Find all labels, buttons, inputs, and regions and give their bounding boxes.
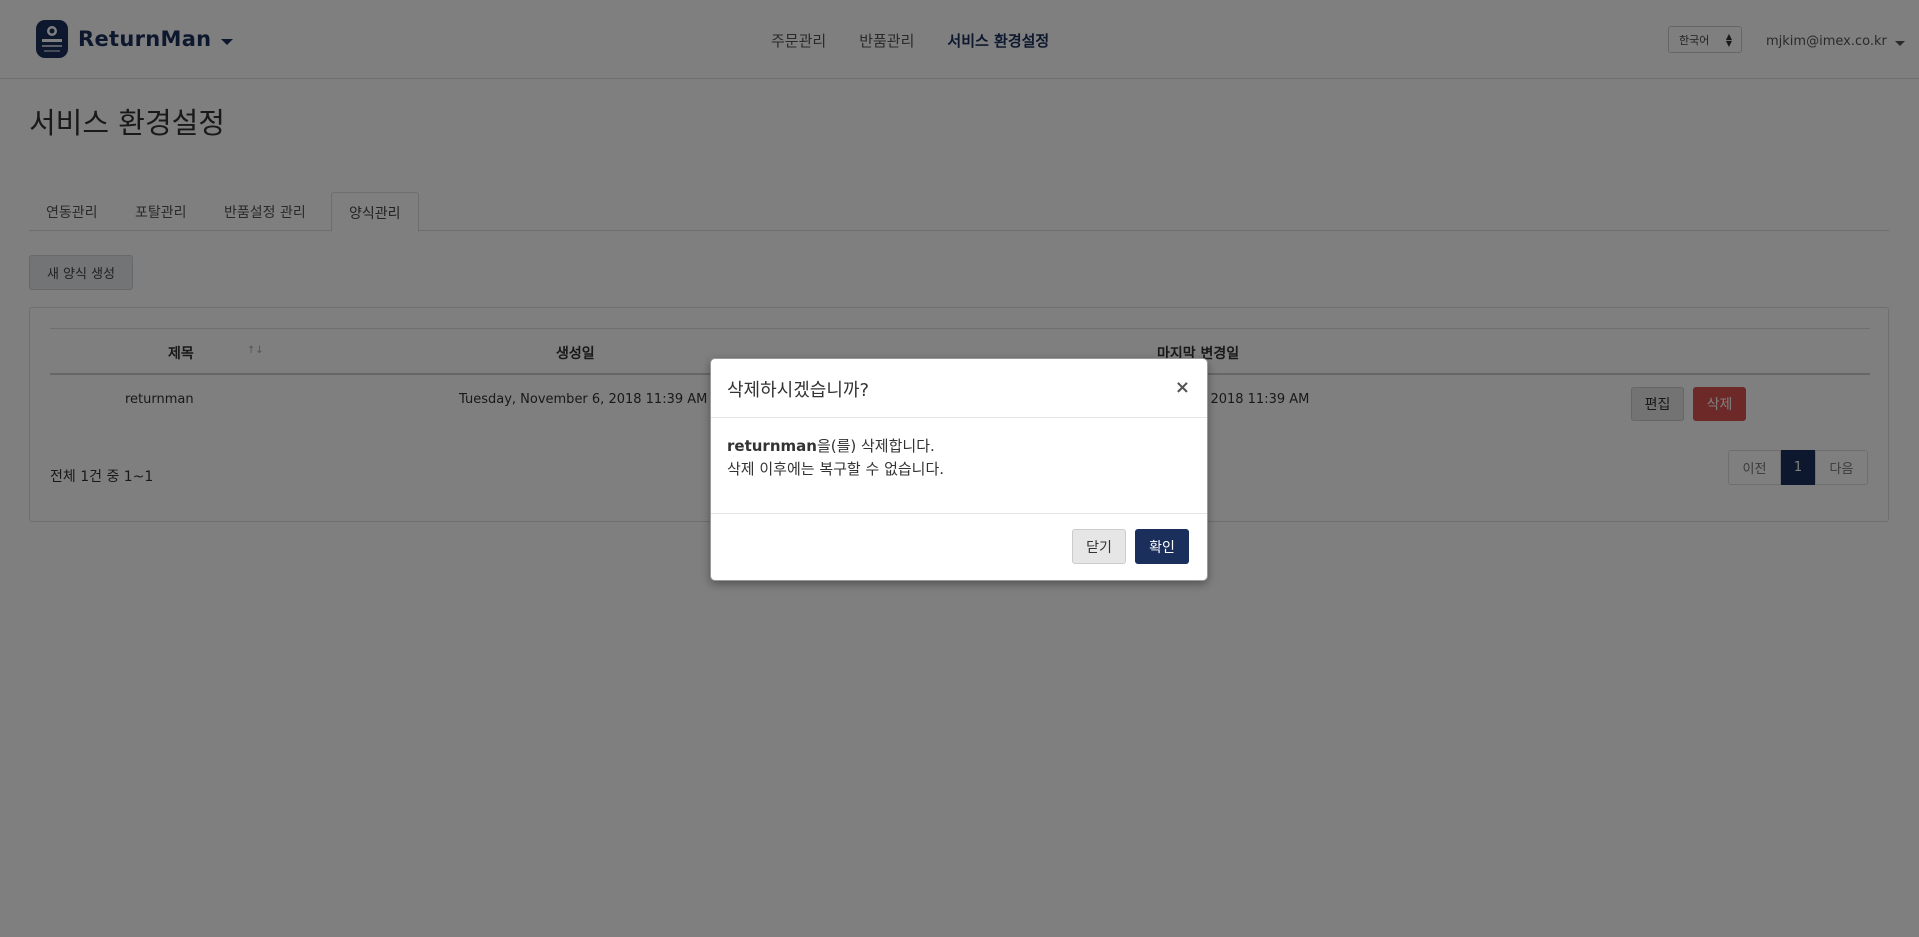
modal-body: returnman을(를) 삭제합니다. 삭제 이후에는 복구할 수 없습니다. [727, 435, 944, 481]
confirm-button[interactable]: 확인 [1135, 529, 1189, 564]
modal-header: 삭제하시겠습니까? × [711, 359, 1207, 418]
modal-message-suffix: 을(를) 삭제합니다. [816, 437, 935, 455]
modal-item-name: returnman [727, 437, 817, 455]
modal-message-line2: 삭제 이후에는 복구할 수 없습니다. [727, 460, 945, 478]
modal-title: 삭제하시겠습니까? [727, 380, 870, 401]
modal-message-line1: returnman을(를) 삭제합니다. [727, 435, 944, 458]
close-icon[interactable]: × [1175, 377, 1190, 398]
delete-confirm-dialog: 삭제하시겠습니까? × returnman을(를) 삭제합니다. 삭제 이후에는… [710, 358, 1208, 581]
close-button[interactable]: 닫기 [1072, 529, 1126, 564]
modal-footer: 닫기 확인 [711, 513, 1207, 582]
